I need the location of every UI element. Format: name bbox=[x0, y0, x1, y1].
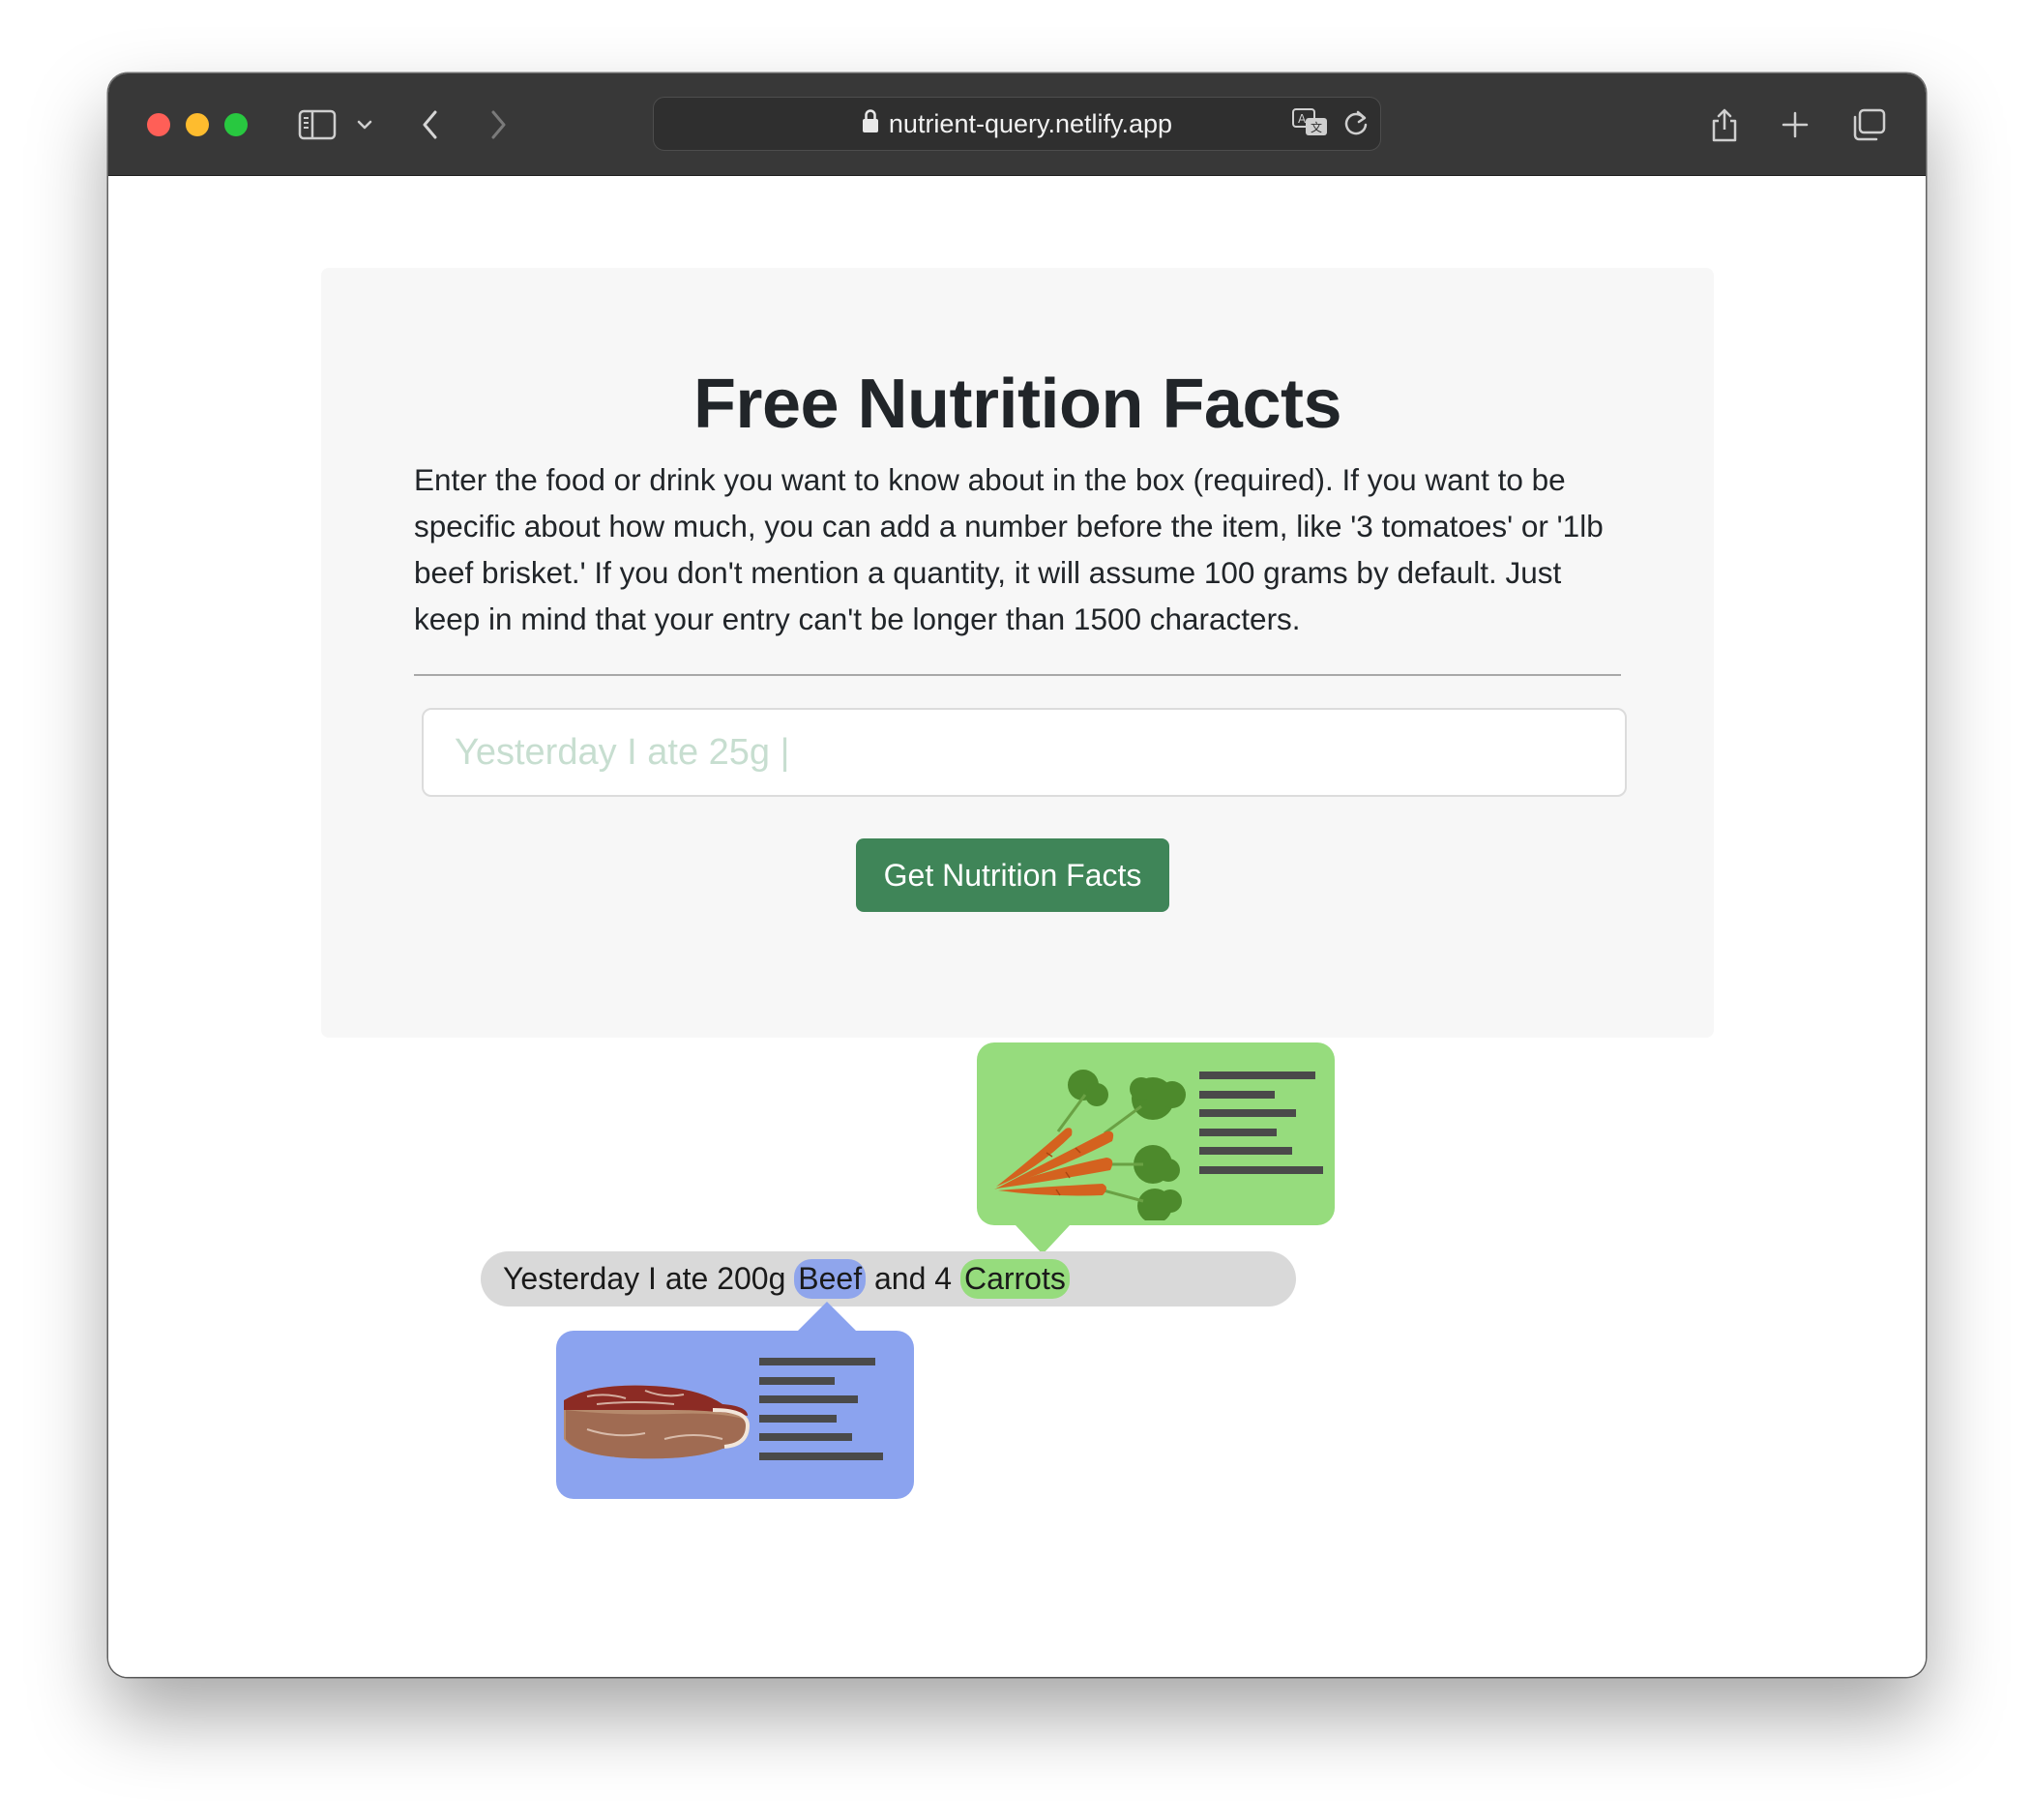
beef-nutrition-bubble bbox=[556, 1302, 914, 1499]
zoom-window-button[interactable] bbox=[224, 113, 248, 136]
address-bar[interactable]: nutrient-query.netlify.app A文 bbox=[653, 97, 1381, 151]
instructions-text: Enter the food or drink you want to know… bbox=[414, 462, 1604, 636]
highlight-beef: Beef bbox=[794, 1259, 867, 1299]
carrots-illustration bbox=[994, 1070, 1186, 1220]
chevron-down-icon[interactable] bbox=[352, 103, 377, 147]
minimize-window-button[interactable] bbox=[186, 113, 209, 136]
highlight-carrots: Carrots bbox=[959, 1259, 1070, 1299]
lock-icon bbox=[862, 108, 879, 140]
close-window-button[interactable] bbox=[147, 113, 170, 136]
sidebar-icon[interactable] bbox=[295, 103, 339, 147]
page-title: Free Nutrition Facts bbox=[692, 366, 1342, 443]
new-tab-icon[interactable] bbox=[1778, 103, 1812, 147]
reload-icon[interactable] bbox=[1342, 108, 1370, 137]
food-query-input[interactable] bbox=[422, 708, 1627, 797]
sentence-prefix: Yesterday I ate 200g bbox=[503, 1261, 795, 1296]
divider bbox=[414, 674, 1621, 676]
nutrition-form-card: Free Nutrition Facts Enter the food or d… bbox=[321, 268, 1714, 1038]
browser-window: nutrient-query.netlify.app A文 Free Nutri… bbox=[108, 73, 1926, 1677]
browser-toolbar: nutrient-query.netlify.app A文 bbox=[108, 73, 1926, 176]
nutrition-lines bbox=[759, 1358, 883, 1471]
sentence-middle: and 4 bbox=[866, 1261, 960, 1296]
nutrition-lines bbox=[1199, 1071, 1323, 1185]
svg-text:A: A bbox=[1298, 112, 1307, 126]
share-icon[interactable] bbox=[1707, 103, 1742, 147]
get-nutrition-facts-button[interactable]: Get Nutrition Facts bbox=[856, 838, 1169, 912]
page-content: Free Nutrition Facts Enter the food or d… bbox=[108, 176, 1926, 1677]
example-sentence: Yesterday I ate 200g Beef and 4 Carrots bbox=[481, 1251, 1296, 1306]
carrot-nutrition-bubble bbox=[977, 1042, 1335, 1254]
url-text: nutrient-query.netlify.app bbox=[888, 108, 1173, 138]
translate-icon[interactable]: A文 bbox=[1292, 108, 1329, 137]
forward-arrow-icon[interactable] bbox=[484, 103, 513, 147]
back-arrow-icon[interactable] bbox=[416, 103, 445, 147]
tab-overview-icon[interactable] bbox=[1849, 103, 1888, 147]
steak-illustration bbox=[564, 1385, 751, 1459]
svg-text:文: 文 bbox=[1311, 120, 1322, 134]
